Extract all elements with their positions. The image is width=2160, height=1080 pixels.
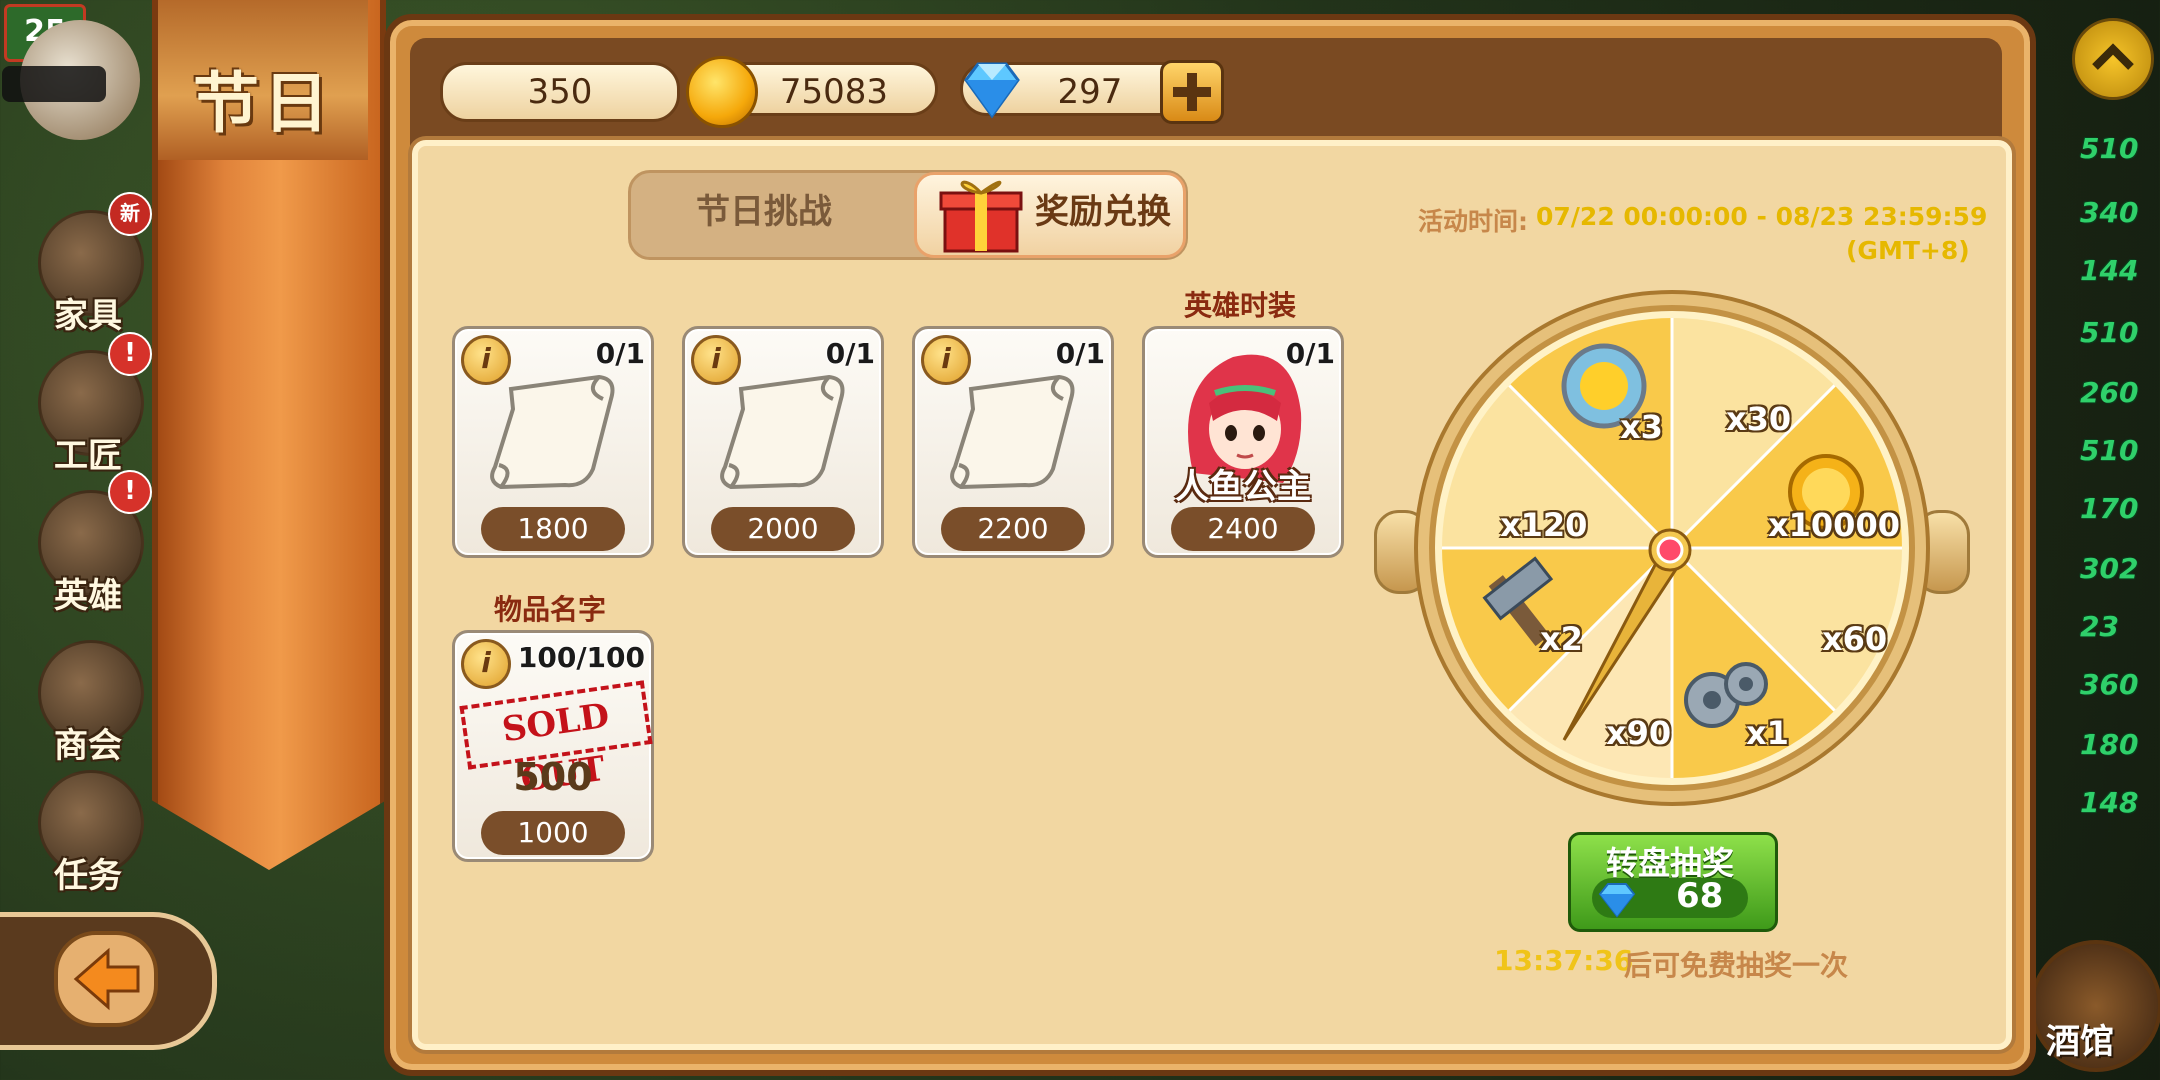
gem-value: 297 bbox=[1057, 72, 1123, 112]
info-icon[interactable]: i bbox=[461, 639, 511, 689]
spin-cost: 68 bbox=[1676, 876, 1724, 916]
item-count: 0/1 bbox=[1055, 337, 1105, 370]
banner-title: 节日 bbox=[193, 65, 333, 142]
resource-count: 144 bbox=[2080, 254, 2139, 287]
item-count: 0/1 bbox=[825, 337, 875, 370]
exchange-item-card[interactable]: 0/1 人鱼公主 2400 bbox=[1142, 326, 1344, 558]
wheel-label: x2 bbox=[1540, 620, 1583, 658]
event-time-range: 07/22 00:00:00 - 08/23 23:59:59 bbox=[1536, 202, 1988, 231]
item-title: 英雄时装 bbox=[1183, 289, 1296, 322]
back-arrow-icon bbox=[54, 931, 158, 1027]
alert-badge: ! bbox=[108, 470, 152, 514]
wheel-label: x30 bbox=[1726, 400, 1792, 438]
wheel-label: x90 bbox=[1606, 714, 1672, 752]
item-price: 1000 bbox=[481, 811, 625, 855]
gold-value: 75083 bbox=[779, 72, 889, 112]
event-timezone: (GMT+8) bbox=[1846, 236, 1970, 265]
side-menu-label: 任务 bbox=[54, 856, 122, 896]
avatar-chat-bubble bbox=[2, 66, 106, 102]
gift-box-icon bbox=[939, 180, 1023, 253]
scroll-icon bbox=[490, 374, 615, 490]
stamina-pill: 350 bbox=[440, 62, 680, 122]
resource-count: 148 bbox=[2080, 786, 2139, 819]
side-menu-label: 商会 bbox=[54, 726, 122, 766]
tavern-label: 酒馆 bbox=[2046, 1022, 2114, 1062]
scroll-icon bbox=[720, 374, 845, 490]
item-title: 物品名字 bbox=[493, 593, 606, 626]
wheel-label: x120 bbox=[1500, 506, 1588, 544]
wheel-label: x10000 bbox=[1768, 506, 1900, 544]
diamond-icon bbox=[964, 62, 1020, 119]
plus-icon bbox=[1173, 73, 1211, 111]
tab-festival-challenge[interactable]: 节日挑战 bbox=[654, 170, 874, 254]
resource-count: 510 bbox=[2080, 316, 2139, 349]
resource-count: 510 bbox=[2080, 434, 2139, 467]
exchange-item-card[interactable]: i 0/1 2200 bbox=[912, 326, 1114, 558]
gold-coin-icon bbox=[686, 56, 758, 128]
free-spin-timer: 13:37:36 bbox=[1494, 944, 1634, 977]
resource-count: 170 bbox=[2080, 492, 2139, 525]
exchange-item-card[interactable]: i 0/1 2000 bbox=[682, 326, 884, 558]
resource-count: 340 bbox=[2080, 196, 2139, 229]
exchange-item-card-sold-out[interactable]: i 100/100 SOLD OUT 500 1000 bbox=[452, 630, 654, 862]
item-price: 2000 bbox=[711, 507, 855, 551]
item-price: 2200 bbox=[941, 507, 1085, 551]
side-menu-quest[interactable]: 任务 bbox=[18, 770, 158, 900]
resource-count: 360 bbox=[2080, 668, 2139, 701]
free-spin-text: 后可免费抽奖一次 bbox=[1624, 949, 1849, 982]
wheel-graphic bbox=[1414, 290, 1930, 806]
chevron-up-icon bbox=[2092, 43, 2134, 70]
new-badge: 新 bbox=[108, 192, 152, 236]
prize-wheel[interactable] bbox=[1412, 288, 1932, 808]
side-menu-label: 家具 bbox=[54, 296, 122, 336]
add-gems-button[interactable] bbox=[1160, 60, 1224, 124]
exchange-item-card[interactable]: i 0/1 1800 bbox=[452, 326, 654, 558]
item-amount: 500 bbox=[513, 755, 593, 799]
side-menu-guild[interactable]: 商会 bbox=[18, 640, 158, 770]
side-menu-label: 工匠 bbox=[54, 436, 122, 476]
wheel-label: x1 bbox=[1746, 714, 1789, 752]
event-time-label: 活动时间: bbox=[1418, 207, 1528, 236]
resource-count: 510 bbox=[2080, 132, 2139, 165]
scroll-icon bbox=[950, 374, 1075, 490]
side-menu-label: 英雄 bbox=[54, 576, 122, 616]
hero-costume-name: 人鱼公主 bbox=[1175, 467, 1311, 507]
tab-reward-exchange-label: 奖励兑换 bbox=[1035, 192, 1171, 232]
resource-count: 180 bbox=[2080, 728, 2139, 761]
resource-count: 302 bbox=[2080, 552, 2139, 585]
item-count: 100/100 bbox=[517, 641, 645, 674]
diamond-icon bbox=[1598, 883, 1636, 918]
item-count: 0/1 bbox=[595, 337, 645, 370]
collapse-button[interactable] bbox=[2072, 18, 2154, 100]
resource-count: 260 bbox=[2080, 376, 2139, 409]
stamina-value: 350 bbox=[527, 72, 593, 112]
resource-count: 23 bbox=[2080, 610, 2119, 643]
item-price: 2400 bbox=[1171, 507, 1315, 551]
wheel-label: x3 bbox=[1620, 408, 1663, 446]
alert-badge: ! bbox=[108, 332, 152, 376]
tavern-button[interactable]: 酒馆 bbox=[2030, 940, 2160, 1072]
wheel-label: x60 bbox=[1822, 620, 1888, 658]
item-price: 1800 bbox=[481, 507, 625, 551]
back-button[interactable] bbox=[0, 912, 217, 1050]
